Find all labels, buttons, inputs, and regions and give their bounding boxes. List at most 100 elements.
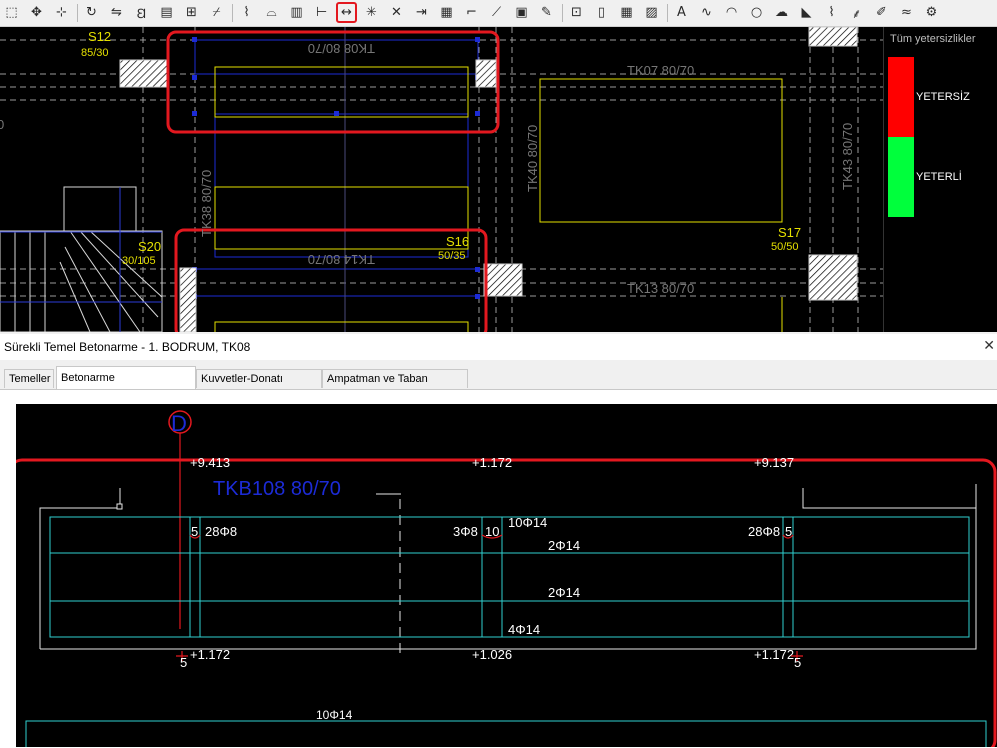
line-end-icon[interactable]: ⊢ bbox=[312, 3, 331, 22]
legend-insufficient-swatch bbox=[888, 57, 914, 137]
circle-icon[interactable]: ○ bbox=[747, 3, 766, 22]
legend-sufficient-swatch bbox=[888, 137, 914, 217]
image-icon[interactable]: ▨ bbox=[642, 3, 661, 22]
mirror-icon[interactable]: ⇋ bbox=[107, 3, 126, 22]
label-tk40: TK40 80/70 bbox=[525, 125, 540, 192]
top-bars: 10Φ14 bbox=[508, 515, 547, 530]
tab-bar: Temeller Betonarme Konfigürasyonu Kuvvet… bbox=[0, 362, 997, 407]
bot-right-count: 5 bbox=[794, 655, 801, 670]
label-tk14: TK14 80/70 bbox=[308, 252, 375, 267]
arc-icon[interactable]: ◠ bbox=[722, 3, 741, 22]
label-tk38: TK38 80/70 bbox=[199, 170, 214, 237]
elev-bot-left: +1.172 bbox=[190, 647, 230, 662]
beam-label: TKB108 80/70 bbox=[213, 478, 341, 500]
rotate-icon[interactable]: ↻ bbox=[82, 3, 101, 22]
grid-snap-icon[interactable]: ⊡ bbox=[567, 3, 586, 22]
bar-chart-icon[interactable]: ▥ bbox=[287, 3, 306, 22]
label-s16: S16 bbox=[446, 234, 469, 249]
beam-detail-view[interactable]: D TKB108 80/70 +9.413 +1.172 +9.137 +1.1… bbox=[16, 404, 997, 747]
line-cut-icon[interactable]: ⌇ bbox=[237, 3, 256, 22]
tab-ampatman-taban-basinci[interactable]: Ampatman ve Taban Basıncı bbox=[322, 369, 468, 404]
label-tk13: TK13 80/70 bbox=[627, 281, 694, 296]
bot-left-count: 5 bbox=[180, 655, 187, 670]
legend-title: Tüm yetersizlikler bbox=[890, 33, 976, 45]
extend-icon[interactable]: ⇥ bbox=[412, 3, 431, 22]
adequacy-legend: Tüm yetersizlikler YETERSİZ YETERLİ bbox=[883, 27, 997, 332]
text-icon[interactable]: A bbox=[672, 3, 691, 22]
array-icon[interactable]: ▣ bbox=[512, 3, 531, 22]
stirrup-right-count: 5 bbox=[785, 524, 792, 539]
elev-top-left: +9.413 bbox=[190, 455, 230, 470]
settings-icon[interactable]: ⚙ bbox=[922, 3, 941, 22]
close-icon[interactable]: ✕ bbox=[983, 337, 995, 354]
layer-icon[interactable]: ▤ bbox=[157, 3, 176, 22]
label-s12: S12 bbox=[88, 29, 111, 44]
stirrup-right: 28Φ8 bbox=[748, 524, 780, 539]
select-region-icon[interactable]: ⬚ bbox=[2, 3, 21, 22]
legend-sufficient-label: YETERLİ bbox=[916, 171, 962, 183]
cloud-icon[interactable]: ☁ bbox=[772, 3, 791, 22]
label-left-cut: 0 bbox=[0, 117, 4, 132]
grid-mark-icon[interactable]: ⊞ bbox=[182, 3, 201, 22]
pan-grid-icon[interactable]: ⊹ bbox=[52, 3, 71, 22]
bottom-bars: 4Φ14 bbox=[508, 622, 540, 637]
label-s20: S20 bbox=[138, 239, 161, 254]
legend-insufficient-label: YETERSİZ bbox=[916, 91, 970, 103]
label-tk08: TK08 80/70 bbox=[308, 41, 375, 56]
column-s20 bbox=[179, 267, 197, 332]
label-s17-dim: 50/50 bbox=[771, 241, 799, 253]
text-style-icon[interactable]: Ꞛ bbox=[132, 3, 151, 22]
stirrup-left-count: 5 bbox=[191, 524, 198, 539]
tab-kuvvetler-donati-alanlari[interactable]: Kuvvetler-Donatı Alanları bbox=[196, 369, 322, 404]
elev-bot-mid: +1.026 bbox=[472, 647, 512, 662]
toolbar-separator bbox=[77, 4, 78, 22]
highlight-beam-detail bbox=[16, 458, 997, 747]
section-mark-icon[interactable]: ⸙ bbox=[847, 3, 866, 22]
snap-icon[interactable]: ✳ bbox=[362, 3, 381, 22]
panel-header: Sürekli Temel Betonarme - 1. BODRUM, TK0… bbox=[0, 334, 997, 360]
label-s20-dim: 30/105 bbox=[122, 255, 156, 267]
chamfer-icon[interactable]: ⟋ bbox=[487, 3, 506, 22]
label-s12-dim: 85/30 bbox=[81, 47, 109, 59]
arc-tool-icon[interactable]: ⌓ bbox=[262, 3, 281, 22]
elev-bot-right: +1.172 bbox=[754, 647, 794, 662]
rebar-column-icon[interactable]: ▦ bbox=[437, 3, 456, 22]
label-tk07: TK07 80/70 bbox=[627, 63, 694, 78]
stirrup-mid-count: 10 bbox=[485, 524, 499, 539]
fillet-icon[interactable]: ⌐ bbox=[462, 3, 481, 22]
plan-drawing: S12 S16 S20 S17 85/30 50/35 30/105 50/50… bbox=[0, 27, 883, 332]
toolbar-separator bbox=[667, 4, 668, 22]
elev-top-mid: +1.172 bbox=[472, 455, 512, 470]
waveform-icon[interactable]: ⌇ bbox=[822, 3, 841, 22]
lower-bars: 10Φ14 bbox=[316, 708, 353, 722]
tab-betonarme-konfigurasyonu[interactable]: Betonarme Konfigürasyonu bbox=[56, 366, 196, 407]
column-s12 bbox=[119, 59, 169, 88]
plan-view[interactable]: S12 S16 S20 S17 85/30 50/35 30/105 50/50… bbox=[0, 27, 883, 332]
beam-detail-drawing: D TKB108 80/70 +9.413 +1.172 +9.137 +1.1… bbox=[16, 410, 997, 747]
main-toolbar: ⬚ ✥ ⊹ ↻ ⇋ Ꞛ ▤ ⊞ ⌿ ⌇ ⌓ ▥ ⊢ ↔ ✳ ✕ ⇥ ▦ ⌐ ⟋ ▣ ✎ ⊡ ▯ ▦ ▨ A ∿ ◠ ○ ☁ ◣ ⌇ ⸙ ✐ ≈ ⚙ bbox=[0, 0, 997, 27]
side-bars-1: 2Φ14 bbox=[548, 538, 580, 553]
measure-icon[interactable]: ≈ bbox=[897, 3, 916, 22]
line-break-icon[interactable]: ⌿ bbox=[207, 3, 226, 22]
stirrup-left: 28Φ8 bbox=[205, 524, 237, 539]
hatch-icon[interactable]: ◣ bbox=[797, 3, 816, 22]
dimension-move-icon[interactable]: ↔ bbox=[336, 2, 357, 23]
brush-icon[interactable]: ✎ bbox=[537, 3, 556, 22]
column-s16 bbox=[483, 263, 523, 297]
axis-label: D bbox=[171, 411, 187, 436]
toolbar-separator bbox=[562, 4, 563, 22]
object-snap-icon[interactable]: ▯ bbox=[592, 3, 611, 22]
table-grid-icon[interactable]: ▦ bbox=[617, 3, 636, 22]
edit-text-icon[interactable]: ✐ bbox=[872, 3, 891, 22]
column-s17 bbox=[808, 254, 858, 301]
label-s17: S17 bbox=[778, 225, 801, 240]
stirrup-mid-pre: 3Φ8 bbox=[453, 524, 478, 539]
pan-icon[interactable]: ✥ bbox=[27, 3, 46, 22]
panel-title: Sürekli Temel Betonarme - 1. BODRUM, TK0… bbox=[4, 340, 251, 354]
tab-temeller[interactable]: Temeller bbox=[4, 369, 54, 388]
label-tk43: TK43 80/70 bbox=[840, 123, 855, 190]
highlight-column-s16 bbox=[174, 228, 488, 332]
side-bars-2: 2Φ14 bbox=[548, 585, 580, 600]
polyline-icon[interactable]: ∿ bbox=[697, 3, 716, 22]
trim-icon[interactable]: ✕ bbox=[387, 3, 406, 22]
